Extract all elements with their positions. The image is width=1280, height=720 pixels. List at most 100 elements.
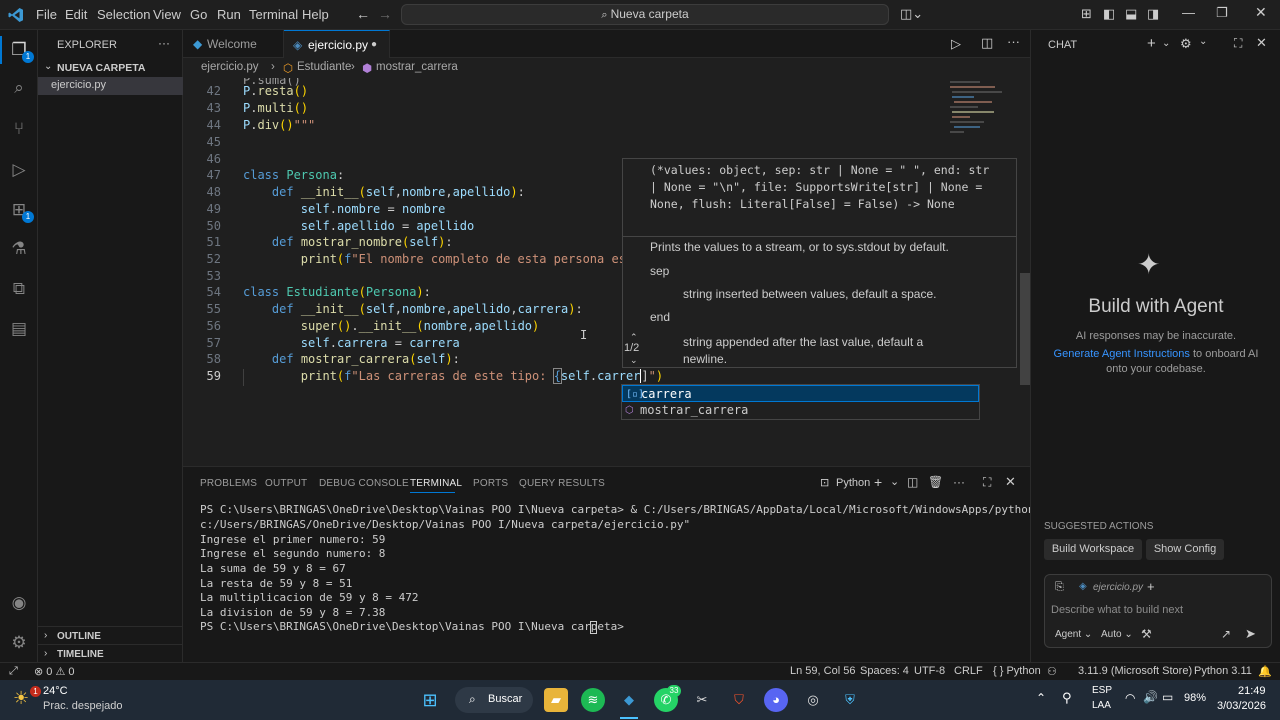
search-icon[interactable]: ⌕ (9, 78, 29, 98)
menu-run[interactable]: Run (217, 7, 241, 22)
run-file-icon[interactable]: ▷ (951, 36, 961, 52)
location-icon[interactable]: ⚲ (1062, 690, 1072, 706)
close-window-icon[interactable]: ✕ (1255, 4, 1267, 21)
unsaved-dot-icon[interactable]: ● (371, 31, 377, 59)
context-file[interactable]: ejercicio.py (1093, 582, 1143, 593)
tab-welcome[interactable]: ◆ Welcome (183, 30, 284, 58)
lang-primary[interactable]: ESP (1092, 685, 1112, 696)
taskbar-search[interactable]: ⌕ Buscar (455, 687, 533, 713)
problems-indicator[interactable]: ⊗ 0 ⚠ 0 (34, 665, 75, 678)
breadcrumb-file[interactable]: ejercicio.py (201, 61, 259, 73)
python-interpreter[interactable]: 3.11.9 (Microsoft Store) (1078, 665, 1192, 677)
more-actions-icon[interactable]: ··· (953, 475, 965, 489)
command-center[interactable]: ⌕ Nueva carpeta (401, 4, 889, 25)
maximize-icon[interactable]: ⛶ (1234, 36, 1242, 51)
python-version[interactable]: Python 3.11 (1194, 665, 1252, 677)
terminal-prompt[interactable]: PS C:\Users\BRINGAS\OneDrive\Desktop\Vai… (200, 620, 630, 633)
menu-terminal[interactable]: Terminal (249, 7, 298, 22)
chat-input-placeholder[interactable]: Describe what to build next (1051, 604, 1183, 616)
brave-browser-icon[interactable]: ⛉ (727, 688, 751, 712)
menu-go[interactable]: Go (190, 7, 207, 22)
encoding[interactable]: UTF-8 (914, 665, 945, 677)
cursor-position[interactable]: Ln 59, Col 56 (790, 665, 855, 677)
send-icon[interactable]: ➤ (1245, 626, 1256, 642)
language-mode[interactable]: { } Python (993, 665, 1041, 677)
account-icon[interactable]: ◉ (9, 593, 29, 613)
tab-ejercicio[interactable]: ◈ ejercicio.py ● (284, 30, 390, 58)
menu-edit[interactable]: Edit (65, 7, 87, 22)
tab-query-results[interactable]: QUERY RESULTS (519, 478, 605, 489)
tools-icon[interactable]: ⚒ (1141, 627, 1152, 641)
maximize-panel-icon[interactable]: ⛶ (983, 475, 991, 490)
editor-more-icon[interactable]: ··· (1007, 34, 1020, 49)
delegate-arrow-icon[interactable]: ↗ (1221, 627, 1231, 641)
menu-help[interactable]: Help (302, 7, 329, 22)
battery-icon[interactable]: ▭ (1162, 690, 1173, 704)
remote-explorer-icon[interactable]: ⧉ (9, 279, 29, 299)
testing-icon[interactable]: ⚗ (9, 239, 29, 259)
copilot-status-icon[interactable]: ⚇ (1047, 665, 1057, 678)
outline-section[interactable]: › OUTLINE (38, 626, 183, 644)
close-icon[interactable]: ✕ (1256, 35, 1267, 51)
copilot-icon[interactable]: ◫⌄ (900, 6, 923, 22)
new-chat-icon[interactable]: + (1147, 35, 1156, 52)
forward-arrow-icon[interactable]: → (378, 6, 392, 22)
clock-time[interactable]: 21:49 (1238, 685, 1266, 697)
generate-instructions-link[interactable]: Generate Agent Instructions (1054, 348, 1190, 360)
trash-icon[interactable]: 🗑 (928, 475, 943, 489)
weather-widget[interactable]: ☀ 1 (13, 686, 41, 712)
tab-output[interactable]: OUTPUT (265, 478, 307, 489)
manage-gear-icon[interactable]: ⚙ (9, 633, 29, 653)
tab-ports[interactable]: PORTS (473, 478, 508, 489)
attach-icon[interactable]: ⎘ (1055, 581, 1064, 594)
notifications-bell-icon[interactable]: 🔔 (1258, 665, 1272, 678)
tab-debug-console[interactable]: DEBUG CONSOLE (319, 478, 409, 489)
line-ending[interactable]: CRLF (954, 665, 983, 677)
spotify-icon[interactable]: ≋ (581, 688, 605, 712)
suggest-item[interactable]: [▫] carrera (622, 385, 979, 402)
menu-selection[interactable]: Selection (97, 7, 150, 22)
database-icon[interactable]: ▤ (9, 319, 29, 339)
chat-input-box[interactable]: ⎘ ◈ ejercicio.py + Describe what to buil… (1044, 574, 1272, 648)
breadcrumb-method[interactable]: mostrar_carrera (376, 61, 458, 73)
clock-date[interactable]: 3/03/2026 (1217, 700, 1266, 712)
toggle-panel-icon[interactable]: ⬓ (1125, 6, 1137, 22)
editor-scrollbar[interactable] (1020, 273, 1030, 385)
lang-secondary[interactable]: LAA (1092, 700, 1111, 711)
timeline-section[interactable]: › TIMELINE (38, 644, 183, 662)
indentation[interactable]: Spaces: 4 (860, 665, 909, 677)
menu-file[interactable]: File (36, 7, 57, 22)
suggest-item[interactable]: ⬡ mostrar_carrera (622, 402, 979, 419)
maximize-icon[interactable]: ❐ (1216, 5, 1228, 21)
windows-start-icon[interactable]: ⊞ (418, 688, 442, 712)
wifi-icon[interactable]: ◠ (1125, 691, 1135, 705)
minimize-icon[interactable]: — (1182, 5, 1195, 20)
layout-customize-icon[interactable]: ⊞ (1081, 6, 1092, 22)
mode-dropdown[interactable]: Agent ⌄ (1055, 629, 1092, 640)
settings-gear-icon[interactable]: ⚙ (1180, 36, 1192, 52)
github-icon[interactable]: ◎ (801, 688, 825, 712)
snipping-tool-icon[interactable]: ✂ (690, 688, 714, 712)
tab-terminal[interactable]: TERMINAL (410, 478, 462, 489)
chevron-down-icon[interactable]: ⌄ (630, 355, 638, 366)
chevron-down-icon[interactable]: ⌄ (1199, 36, 1207, 47)
run-debug-icon[interactable]: ▷ (9, 160, 29, 180)
file-explorer-icon[interactable]: ▰ (544, 688, 568, 712)
new-terminal-icon[interactable]: + (874, 474, 882, 490)
menu-view[interactable]: View (153, 7, 181, 22)
source-control-icon[interactable]: ⑂ (9, 119, 29, 139)
close-panel-icon[interactable]: ✕ (1005, 474, 1016, 490)
tab-problems[interactable]: PROBLEMS (200, 478, 257, 489)
toggle-sidebar-icon[interactable]: ◧ (1103, 6, 1115, 22)
breadcrumb-class[interactable]: Estudiante (297, 61, 351, 73)
show-config-button[interactable]: Show Config (1146, 539, 1224, 560)
build-workspace-button[interactable]: Build Workspace (1044, 539, 1142, 560)
terminal-shell-name[interactable]: Python (836, 477, 870, 489)
vscode-taskbar-icon[interactable]: ◆ (617, 688, 641, 712)
volume-icon[interactable]: 🔊 (1143, 690, 1158, 704)
split-terminal-icon[interactable]: ◫ (907, 475, 918, 489)
folder-header[interactable]: ⌄ NUEVA CARPETA (38, 60, 183, 77)
defender-icon[interactable]: ⛨ (838, 688, 862, 712)
more-actions-icon[interactable]: ··· (158, 36, 170, 50)
discord-icon[interactable]: ◕ (764, 688, 788, 712)
